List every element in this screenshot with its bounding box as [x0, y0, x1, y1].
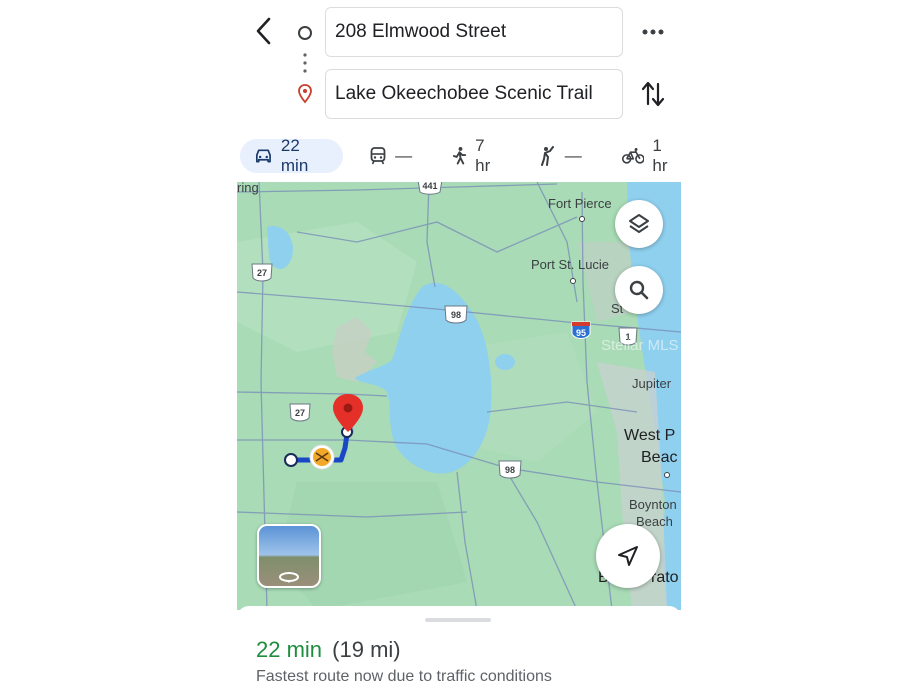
mode-drive[interactable]: 22 min [240, 136, 344, 175]
route-distance: (19 mi) [332, 637, 401, 662]
bike-icon [621, 147, 645, 164]
map-watermark: Stellar MLS [601, 337, 679, 354]
swap-button[interactable] [638, 78, 668, 110]
shield-i95: 95 [571, 321, 591, 339]
shield-us441-label: 441 [422, 182, 437, 191]
origin-text: 208 Elmwood Street [335, 21, 507, 42]
street-view-thumbnail[interactable] [257, 524, 321, 588]
shield-i95-label: 95 [576, 328, 586, 338]
my-location-button[interactable] [596, 524, 660, 588]
navigation-arrow-icon [618, 546, 638, 566]
shield-us27-mid-label: 27 [295, 408, 305, 418]
mode-bike[interactable]: 1 hr [621, 136, 680, 175]
mode-walk[interactable]: 7 hr [452, 136, 503, 175]
place-jupiter: Jupiter [632, 376, 672, 391]
destination-pin-icon [298, 84, 312, 104]
route-summary-sheet[interactable]: 22 min (19 mi) Fastest route now due to … [237, 606, 681, 689]
rideshare-icon [540, 146, 554, 166]
layers-icon [629, 214, 649, 233]
mode-rideshare-label: — [564, 146, 582, 165]
origin-circle-icon [298, 26, 312, 40]
shield-us98-top-label: 98 [451, 310, 461, 320]
mode-bike-label: 1 hr [652, 136, 668, 175]
destination-text: Lake Okeechobee Scenic Trail [335, 83, 593, 104]
search-icon [629, 280, 649, 300]
mode-transit-label: — [395, 146, 413, 165]
swap-vert-icon [641, 81, 665, 107]
shield-us98-bottom: 98 [498, 460, 522, 479]
origin-input[interactable]: 208 Elmwood Street [325, 7, 623, 57]
shield-us98-top: 98 [444, 305, 468, 324]
mode-rideshare[interactable]: — [539, 139, 582, 173]
place-west-p: West P [624, 427, 675, 444]
shield-us441: 441 [417, 182, 443, 195]
transit-icon [370, 147, 386, 165]
map-view[interactable]: 441 27 98 95 1 27 98 ring Fort Pierce Po… [237, 182, 681, 610]
route-note: Fastest route now due to traffic conditi… [256, 668, 552, 685]
search-map-button[interactable] [615, 266, 663, 314]
mode-drive-label: 22 min [280, 136, 309, 175]
chevron-left-icon [256, 17, 271, 45]
destination-input[interactable]: Lake Okeechobee Scenic Trail [325, 69, 623, 119]
place-boynton: Boynton [629, 497, 677, 512]
mode-walk-label: 7 hr [475, 136, 491, 175]
shield-us27-mid: 27 [289, 403, 311, 422]
shield-us98-bottom-label: 98 [505, 465, 515, 475]
more-horiz-icon [642, 29, 664, 35]
place-ring: ring [237, 182, 259, 195]
place-port-st-lucie: Port St. Lucie [531, 257, 609, 272]
drag-handle[interactable] [425, 618, 491, 622]
route-dots-icon [303, 53, 307, 73]
more-options-button[interactable] [636, 18, 670, 46]
car-icon [255, 149, 271, 163]
place-beac: Beac [641, 449, 677, 466]
rotate-360-icon [279, 572, 299, 583]
back-button[interactable] [250, 14, 278, 48]
place-fort-pierce: Fort Pierce [548, 196, 612, 211]
travel-mode-bar: 22 min — 7 hr — 1 hr [240, 136, 680, 175]
layers-button[interactable] [615, 200, 663, 248]
shield-us27-top: 27 [251, 263, 273, 282]
route-summary: 22 min (19 mi) [256, 637, 401, 663]
walk-icon [453, 147, 467, 165]
shield-us27-top-label: 27 [257, 268, 267, 278]
mode-transit[interactable]: — [369, 139, 412, 173]
route-time: 22 min [256, 637, 323, 662]
